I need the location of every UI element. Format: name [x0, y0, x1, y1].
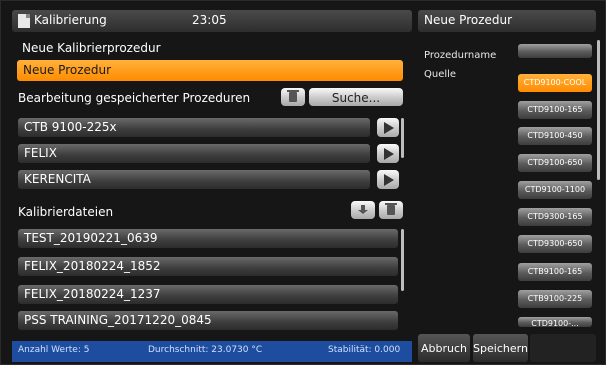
- average-value: Durchschnitt: 23.0730 °C: [148, 345, 263, 355]
- delete-file-button[interactable]: [379, 201, 403, 219]
- source-option[interactable]: CTD9100-450: [518, 127, 592, 145]
- play-procedure-button[interactable]: [377, 144, 399, 163]
- play-icon: [384, 148, 394, 160]
- procedure-name-label: Prozedurname: [424, 50, 497, 61]
- procedure-row[interactable]: CTB 9100-225x: [18, 118, 370, 137]
- play-icon: [384, 122, 394, 134]
- trash-icon: [385, 203, 397, 215]
- clock: 23:05: [192, 13, 227, 27]
- procedure-label: FELIX: [24, 146, 57, 160]
- empty-button-slot: [530, 334, 596, 362]
- source-option[interactable]: CTB9100-165: [518, 263, 592, 281]
- files-scrollbar[interactable]: [401, 229, 404, 291]
- title-bar: Kalibrierung 23:05: [12, 10, 412, 32]
- procedure-row[interactable]: KERENCITA: [18, 170, 370, 189]
- sources-scrollbar[interactable]: [597, 40, 600, 180]
- files-label: Kalibrierdateien: [18, 205, 114, 219]
- file-label: FELIX_20180224_1237: [24, 287, 161, 301]
- value-count: Anzahl Werte: 5: [18, 345, 90, 355]
- file-row[interactable]: FELIX_20180224_1852: [18, 257, 398, 276]
- app-title: Kalibrierung: [34, 13, 107, 27]
- procedures-scrollbar[interactable]: [401, 118, 404, 158]
- stability-value: Stabilität: 0.000: [328, 345, 401, 355]
- download-file-button[interactable]: [351, 201, 375, 219]
- search-label: Suche...: [331, 91, 381, 105]
- download-icon: [358, 205, 368, 214]
- procedure-name-field[interactable]: [518, 44, 592, 58]
- file-row[interactable]: TEST_20190221_0639: [18, 229, 398, 248]
- status-bar: Anzahl Werte: 5 Durchschnitt: 23.0730 °C…: [12, 341, 412, 362]
- file-label: FELIX_20180224_1852: [24, 259, 161, 273]
- source-option[interactable]: CTD9100-COOL: [518, 74, 592, 92]
- source-option[interactable]: CTD9300-650: [518, 235, 592, 253]
- play-icon: [384, 174, 394, 186]
- source-option[interactable]: CTD9100-165: [518, 101, 592, 119]
- save-label: Speichern: [473, 342, 528, 355]
- play-procedure-button[interactable]: [377, 170, 399, 189]
- source-option-label: CTB9100-165: [527, 267, 583, 276]
- source-option-label: CTB9100-225: [527, 294, 583, 303]
- save-button[interactable]: Speichern: [473, 334, 528, 362]
- file-row[interactable]: FELIX_20180224_1237: [18, 285, 398, 304]
- source-option-label: CTD9100-165: [527, 105, 583, 114]
- source-option[interactable]: CTD9300-165: [518, 208, 592, 226]
- file-row[interactable]: PSS TRAINING_20171220_0845: [18, 311, 398, 330]
- source-option-label: CTD9300-165: [527, 212, 583, 221]
- source-label: Quelle: [424, 69, 457, 80]
- source-option[interactable]: CTD9100-...: [518, 317, 592, 327]
- procedure-label: KERENCITA: [24, 172, 91, 186]
- cancel-label: Abbruch: [420, 342, 467, 355]
- cancel-button[interactable]: Abbruch: [418, 334, 470, 362]
- source-option-label: CTD9100-1100: [524, 185, 586, 194]
- right-panel-title: Neue Prozedur: [424, 13, 513, 27]
- source-option-label: CTD9100-COOL: [523, 78, 587, 87]
- procedure-row[interactable]: FELIX: [18, 144, 370, 163]
- play-procedure-button[interactable]: [377, 118, 399, 137]
- source-option-label: CTD9100-450: [527, 131, 583, 140]
- source-option[interactable]: CTD9100-650: [518, 154, 592, 172]
- source-option[interactable]: CTB9100-225: [518, 290, 592, 308]
- delete-procedure-button[interactable]: [281, 88, 305, 106]
- source-option[interactable]: CTD9100-1100: [518, 181, 592, 199]
- new-procedure-value: Neue Prozedur: [23, 63, 112, 77]
- file-label: TEST_20190221_0639: [24, 231, 158, 245]
- search-button[interactable]: Suche...: [309, 88, 403, 106]
- source-option-label: CTD9300-650: [527, 239, 583, 248]
- trash-icon: [287, 90, 299, 102]
- file-label: PSS TRAINING_20171220_0845: [24, 313, 212, 327]
- source-option-label: CTD9100-...: [531, 319, 579, 327]
- new-procedure-button[interactable]: Neue Prozedur: [17, 60, 403, 81]
- source-option-label: CTD9100-650: [527, 158, 583, 167]
- document-icon: [18, 14, 30, 28]
- saved-procedures-label: Bearbeitung gespeicherter Prozeduren: [18, 91, 251, 105]
- right-panel-header: Neue Prozedur: [418, 10, 596, 32]
- new-procedure-label: Neue Kalibrierprozedur: [22, 41, 161, 55]
- procedure-label: CTB 9100-225x: [24, 120, 117, 134]
